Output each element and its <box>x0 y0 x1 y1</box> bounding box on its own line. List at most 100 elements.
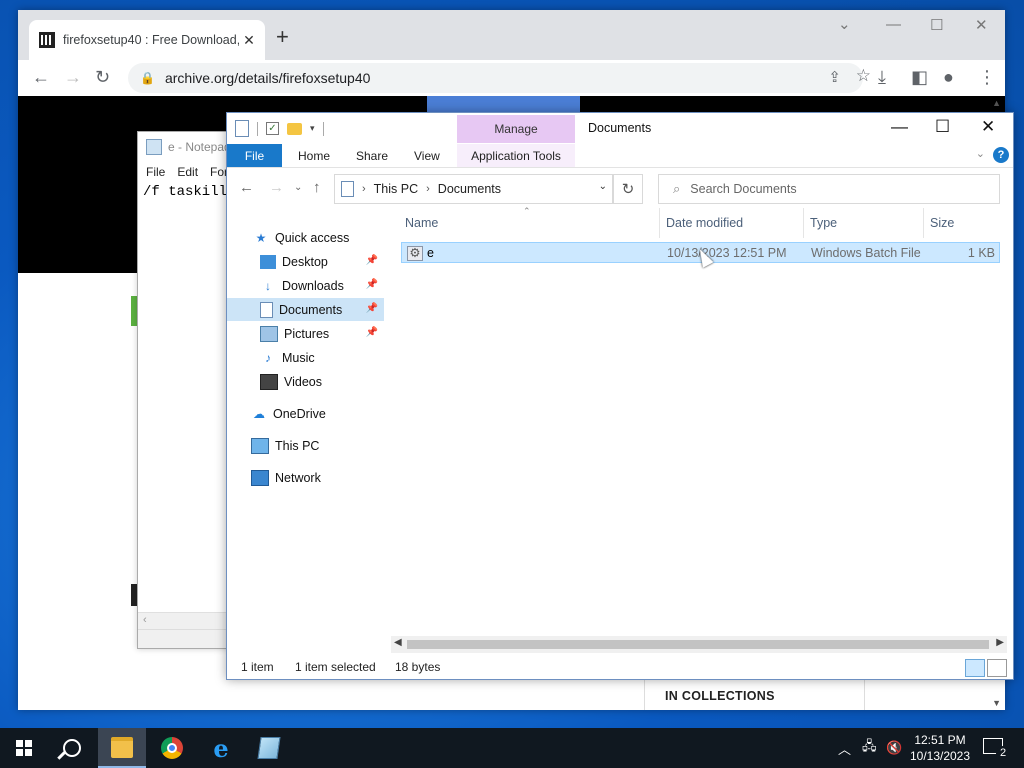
refresh-button[interactable]: ↻ <box>613 174 643 204</box>
tab-share[interactable]: Share <box>356 149 388 163</box>
scroll-up-arrow-icon[interactable]: ▲ <box>992 98 1001 108</box>
scroll-right-icon[interactable]: ▶ <box>996 637 1004 648</box>
collections-heading: IN COLLECTIONS <box>665 689 775 703</box>
nav-quick-access[interactable]: ★ Quick access <box>227 226 384 249</box>
tab-home[interactable]: Home <box>298 149 330 163</box>
explorer-maximize-button[interactable]: ☐ <box>935 117 950 137</box>
taskbar-search-button[interactable] <box>48 728 96 768</box>
explorer-minimize-button[interactable]: — <box>891 117 908 137</box>
downloads-icon: ↓ <box>265 278 271 293</box>
explorer-close-button[interactable]: ✕ <box>981 117 995 137</box>
details-view-icon[interactable] <box>965 659 985 677</box>
maximize-button[interactable]: ☐ <box>930 16 943 34</box>
nav-network[interactable]: Network <box>227 466 384 489</box>
share-icon[interactable]: ⇪ <box>828 68 841 86</box>
pin-icon[interactable]: 📌 <box>366 279 378 290</box>
nav-onedrive[interactable]: ☁ OneDrive <box>227 402 384 425</box>
pin-icon[interactable]: 📌 <box>366 303 378 314</box>
forward-icon[interactable]: → <box>269 179 284 196</box>
notepad-text[interactable]: /f taskill <box>143 184 227 200</box>
nav-label: Documents <box>279 302 343 317</box>
up-icon[interactable]: ↑ <box>313 179 321 196</box>
tab-file[interactable]: File <box>227 144 282 167</box>
nav-pictures[interactable]: Pictures 📌 <box>227 322 384 345</box>
volume-tray-icon[interactable]: 🔇 <box>886 728 902 768</box>
column-divider[interactable] <box>803 208 804 238</box>
close-button[interactable]: ✕ <box>975 16 988 34</box>
download-icon[interactable]: ⤓ <box>878 67 886 88</box>
scroll-left-icon[interactable]: ◀ <box>394 637 402 648</box>
taskbar-file-explorer[interactable] <box>98 728 146 768</box>
forward-icon[interactable]: → <box>64 67 82 88</box>
search-icon <box>63 739 81 757</box>
chevron-right-icon[interactable]: › <box>362 183 366 195</box>
column-divider[interactable] <box>659 208 660 238</box>
profile-icon[interactable]: ● <box>943 67 954 88</box>
notepad-menu-edit[interactable]: Edit <box>177 165 198 179</box>
scroll-down-arrow-icon[interactable]: ▼ <box>992 698 1001 708</box>
side-panel-icon[interactable]: ◧ <box>911 67 928 88</box>
tab-view[interactable]: View <box>414 149 440 163</box>
taskbar-chrome[interactable] <box>148 728 196 768</box>
notepad-menu-file[interactable]: File <box>146 165 165 179</box>
file-type: Windows Batch File <box>811 246 921 260</box>
tab-search-icon[interactable]: ⌄ <box>838 15 851 33</box>
large-icons-view-icon[interactable] <box>987 659 1007 677</box>
recent-locations-icon[interactable]: ⌄ <box>294 182 302 193</box>
file-list: ⌃ Name Date modified Type Size ⚙ e 10/13… <box>401 206 1001 648</box>
new-folder-icon[interactable] <box>287 122 302 135</box>
address-bar[interactable]: 🔒 archive.org/details/firefoxsetup40 ⇪ ☆ <box>128 63 871 93</box>
reload-icon[interactable]: ↻ <box>95 67 110 88</box>
help-icon[interactable]: ? <box>993 147 1009 163</box>
nav-downloads[interactable]: ↓ Downloads 📌 <box>227 274 384 297</box>
nav-label: Downloads <box>282 278 344 293</box>
browser-tab[interactable]: firefoxsetup40 : Free Download, ✕ <box>29 20 265 60</box>
show-hidden-icons-button[interactable]: ︿ <box>838 728 851 768</box>
pin-icon[interactable]: 📌 <box>366 327 378 338</box>
back-icon[interactable]: ← <box>32 67 50 88</box>
scroll-thumb[interactable] <box>407 640 989 649</box>
bookmark-star-icon[interactable]: ☆ <box>856 66 871 86</box>
qat-dropdown-icon[interactable]: ▾ <box>310 123 315 134</box>
column-name[interactable]: Name <box>405 216 438 230</box>
menu-icon[interactable]: ⋮ <box>978 67 996 88</box>
nav-documents[interactable]: Documents 📌 <box>227 298 384 321</box>
address-bar[interactable]: › This PC › Documents ⌄ <box>334 174 613 204</box>
notepad-title: e - Notepad <box>168 140 231 154</box>
column-divider[interactable] <box>923 208 924 238</box>
chevron-right-icon[interactable]: › <box>426 183 430 195</box>
notepad-icon <box>146 139 162 155</box>
new-tab-button[interactable]: + <box>276 24 289 50</box>
tab-close-icon[interactable]: ✕ <box>239 32 259 49</box>
selection-size: 18 bytes <box>395 660 441 674</box>
file-date: 10/13/2023 12:51 PM <box>667 246 787 260</box>
expand-ribbon-icon[interactable]: ⌄ <box>976 147 985 160</box>
column-size[interactable]: Size <box>930 216 954 230</box>
cloud-icon: ☁ <box>253 406 265 421</box>
pin-icon[interactable]: 📌 <box>366 255 378 266</box>
system-clock[interactable]: 12:51 PM 10/13/2023 <box>905 732 975 764</box>
tab-application-tools[interactable]: Application Tools <box>457 144 575 167</box>
nav-desktop[interactable]: Desktop 📌 <box>227 250 384 273</box>
taskbar-internet-explorer[interactable]: e <box>197 728 245 768</box>
nav-this-pc[interactable]: This PC <box>227 434 384 457</box>
start-button[interactable] <box>0 728 48 768</box>
properties-icon[interactable]: ✓ <box>266 122 279 135</box>
search-input[interactable]: ⌕ Search Documents <box>658 174 1000 204</box>
breadcrumb-this-pc[interactable]: This PC <box>374 182 418 196</box>
network-tray-icon[interactable]: 🖧 <box>862 728 877 768</box>
scroll-left-icon[interactable]: ‹ <box>143 614 147 626</box>
breadcrumb-documents[interactable]: Documents <box>438 182 501 196</box>
nav-music[interactable]: ♪ Music <box>227 346 384 369</box>
horizontal-scrollbar[interactable]: ◀ ▶ <box>391 636 1007 653</box>
column-date-modified[interactable]: Date modified <box>666 216 743 230</box>
tab-manage[interactable]: Manage <box>457 115 575 143</box>
minimize-button[interactable]: — <box>886 16 901 33</box>
nav-videos[interactable]: Videos <box>227 370 384 393</box>
back-icon[interactable]: ← <box>239 179 254 196</box>
address-dropdown-icon[interactable]: ⌄ <box>599 181 607 192</box>
explorer-titlebar[interactable]: ✓ ▾ Manage Documents — ☐ ✕ <box>227 113 1013 144</box>
column-type[interactable]: Type <box>810 216 837 230</box>
internet-explorer-icon: e <box>213 733 229 763</box>
taskbar-notepad[interactable] <box>245 728 293 768</box>
